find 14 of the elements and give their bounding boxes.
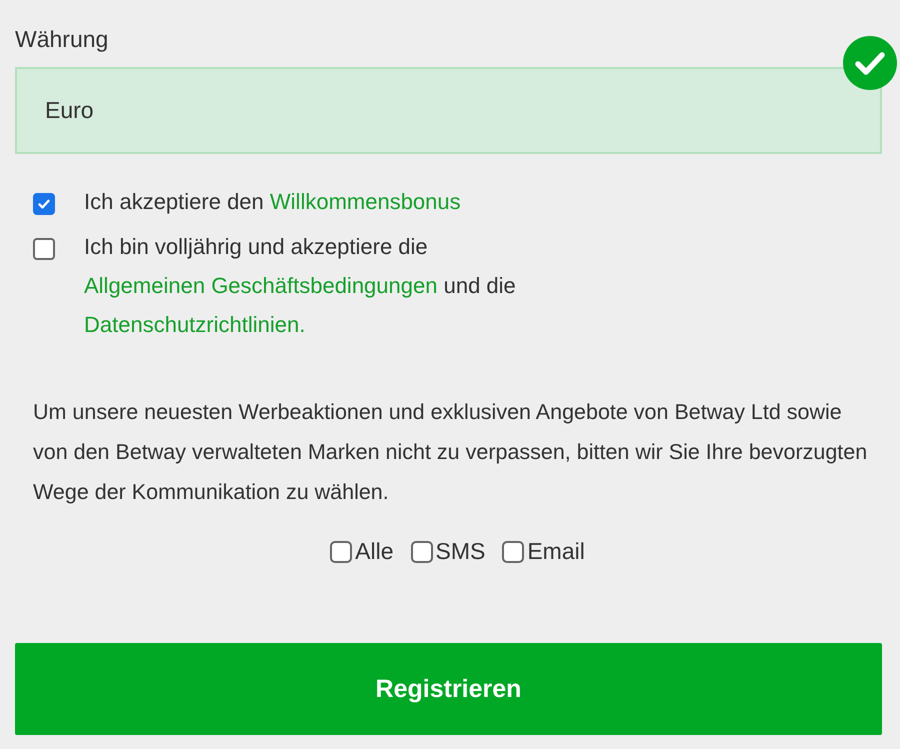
- checkmark-icon: [842, 35, 898, 91]
- currency-field[interactable]: Euro: [15, 67, 882, 154]
- checkbox[interactable]: [33, 193, 55, 215]
- channel-label[interactable]: SMS: [436, 538, 486, 565]
- checkbox[interactable]: [502, 540, 524, 562]
- consent-text: Ich akzeptiere den Willkommensbonus: [84, 188, 461, 216]
- channel-label[interactable]: Alle: [355, 538, 394, 565]
- consent-text: Ich bin volljährig und akzeptiere die Allgemeinen Geschäftsbedingungen und die Datenschutzrichtlinien.: [84, 233, 517, 339]
- checkbox[interactable]: [330, 540, 352, 562]
- checkbox[interactable]: [33, 238, 55, 260]
- field-label: Währung: [15, 26, 108, 53]
- channel-label[interactable]: Email: [527, 538, 585, 565]
- checkbox[interactable]: [410, 540, 432, 562]
- marketing-text: Um unsere neuesten Werbeaktionen und exklusiven Angebote von Betway Ltd sowie von den Betway verwalteten Marken nicht zu verpassen, bitten wir Sie Ihre bevorzugten Wege der Kommunikation zu wählen.: [33, 399, 868, 506]
